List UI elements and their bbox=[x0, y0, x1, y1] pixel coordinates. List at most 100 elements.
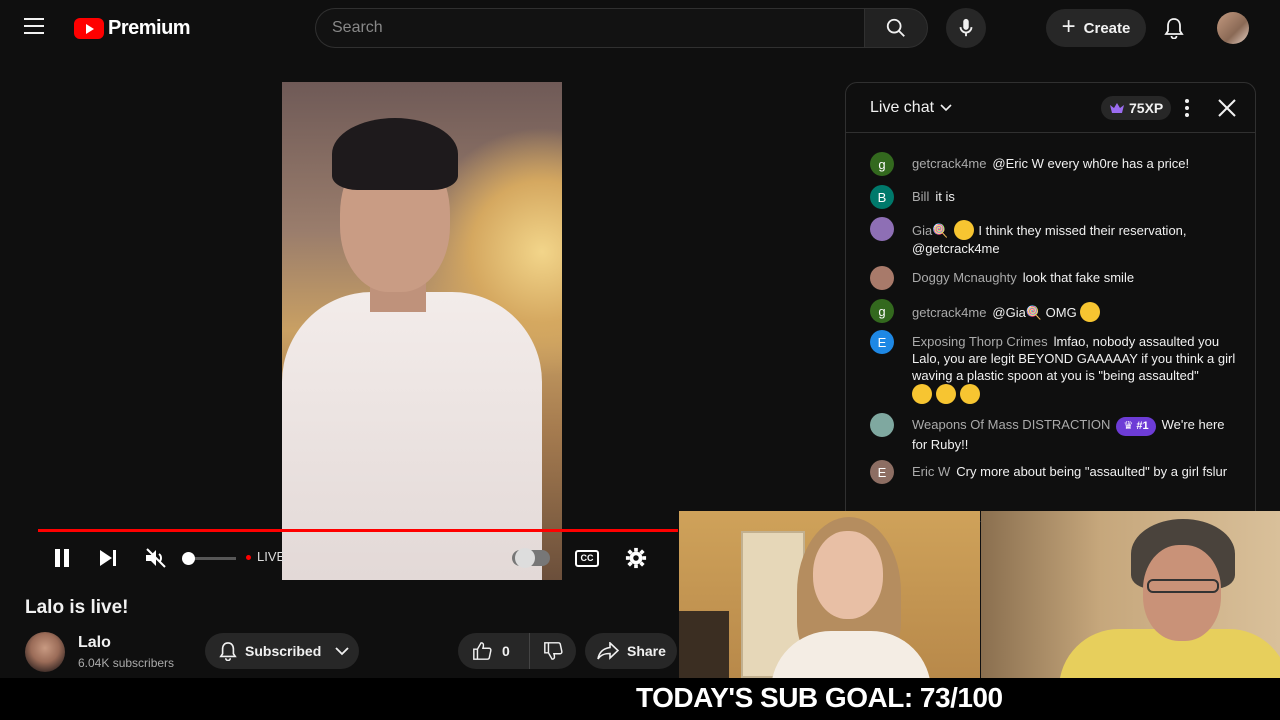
chat-author[interactable]: Weapons Of Mass DISTRACTION bbox=[912, 417, 1110, 432]
xp-value: 75XP bbox=[1129, 100, 1164, 116]
author-avatar[interactable]: g bbox=[870, 299, 894, 323]
gear-icon bbox=[625, 547, 647, 569]
author-avatar[interactable]: B bbox=[870, 185, 894, 209]
skip-next-icon bbox=[100, 550, 116, 566]
chat-text: I think they missed their reservation, @… bbox=[912, 223, 1187, 256]
live-label[interactable]: LIVE bbox=[257, 549, 285, 564]
chat-messages[interactable]: g getcrack4me @Eric W every wh0re has a p… bbox=[846, 134, 1255, 521]
chat-text: it is bbox=[935, 189, 955, 204]
pause-icon bbox=[55, 549, 60, 567]
chat-author[interactable]: getcrack4me bbox=[912, 156, 986, 171]
laughing-emoji-icon bbox=[1080, 302, 1101, 322]
member-badge: ♛ #1 bbox=[1116, 417, 1156, 436]
search-input[interactable] bbox=[315, 8, 864, 48]
settings-button[interactable] bbox=[622, 546, 650, 570]
chat-message: g getcrack4me @Gia🍭 OMG bbox=[870, 299, 1236, 323]
rofl-emoji-icon bbox=[954, 220, 975, 240]
captions-button[interactable]: CC bbox=[573, 546, 601, 570]
rofl-emoji-icon bbox=[912, 384, 932, 404]
share-icon bbox=[597, 642, 619, 660]
captions-icon: CC bbox=[575, 549, 599, 567]
channel-name[interactable]: Lalo bbox=[78, 634, 111, 652]
chevron-down-icon bbox=[940, 104, 952, 112]
chat-author[interactable]: Doggy Mcnaughty bbox=[912, 270, 1017, 285]
youtube-logo[interactable]: Premium bbox=[74, 17, 191, 40]
author-avatar[interactable]: g bbox=[870, 152, 894, 176]
thumbs-up-icon bbox=[473, 642, 492, 660]
microphone-icon bbox=[959, 18, 973, 37]
chat-author[interactable]: Gia🍭 bbox=[912, 223, 948, 238]
chat-author[interactable]: Eric W bbox=[912, 464, 950, 479]
chevron-down-icon bbox=[335, 647, 349, 656]
rofl-emoji-icon bbox=[936, 384, 956, 404]
channel-avatar[interactable] bbox=[25, 632, 65, 672]
autoplay-toggle[interactable] bbox=[512, 548, 550, 568]
chat-message: B Bill it is bbox=[870, 185, 1236, 209]
youtube-play-icon bbox=[74, 18, 104, 39]
chat-author[interactable]: getcrack4me bbox=[912, 305, 986, 320]
video-player[interactable]: LIVE CC bbox=[24, 80, 689, 580]
dislike-button[interactable] bbox=[530, 633, 576, 669]
progress-bar[interactable] bbox=[38, 529, 678, 532]
chat-title: Live chat bbox=[870, 99, 935, 116]
chat-message: E Eric W Cry more about being "assaulted"… bbox=[870, 460, 1236, 484]
like-dislike-group: 0 bbox=[458, 633, 576, 669]
create-button[interactable]: + Create bbox=[1046, 9, 1146, 47]
webcam-overlay-right bbox=[981, 511, 1280, 678]
volume-knob[interactable] bbox=[182, 552, 195, 565]
chat-text: look that fake smile bbox=[1022, 270, 1135, 285]
search-icon bbox=[886, 18, 905, 37]
video-title: Lalo is live! bbox=[25, 597, 129, 618]
author-avatar[interactable] bbox=[870, 217, 894, 241]
bell-icon bbox=[1164, 18, 1184, 39]
share-button[interactable]: Share bbox=[585, 633, 677, 669]
chat-message: Doggy Mcnaughty look that fake smile bbox=[870, 266, 1236, 290]
mute-button[interactable] bbox=[142, 546, 170, 570]
chat-header: Live chat 75XP bbox=[846, 83, 1255, 133]
author-avatar[interactable] bbox=[870, 266, 894, 290]
member-rank: #1 bbox=[1136, 420, 1149, 432]
author-avatar[interactable]: E bbox=[870, 330, 894, 354]
share-label: Share bbox=[627, 643, 666, 659]
live-chat-panel: Live chat 75XP g getcrack4me @Eric W ever… bbox=[845, 82, 1256, 522]
bell-icon bbox=[219, 642, 237, 661]
author-avatar[interactable]: E bbox=[870, 460, 894, 484]
voice-search-button[interactable] bbox=[946, 8, 986, 48]
chat-message: Gia🍭 I think they missed their reservatio… bbox=[870, 217, 1236, 257]
crown-icon bbox=[1110, 103, 1124, 113]
top-header: Premium + Create bbox=[0, 0, 1280, 56]
chat-text: @Gia🍭 OMG bbox=[992, 305, 1077, 320]
more-options-icon[interactable] bbox=[1179, 97, 1195, 119]
thumbs-down-icon bbox=[544, 642, 563, 660]
volume-muted-icon bbox=[146, 548, 166, 568]
video-frame[interactable] bbox=[282, 82, 562, 580]
live-indicator bbox=[246, 555, 251, 560]
like-count: 0 bbox=[502, 643, 510, 659]
player-controls: LIVE CC bbox=[24, 540, 689, 576]
xp-badge[interactable]: 75XP bbox=[1101, 96, 1172, 120]
chat-message: g getcrack4me @Eric W every wh0re has a p… bbox=[870, 152, 1236, 176]
pause-button[interactable] bbox=[48, 546, 76, 570]
menu-icon[interactable] bbox=[24, 18, 50, 38]
chat-message: Weapons Of Mass DISTRACTION ♛ #1 We're her… bbox=[870, 413, 1236, 453]
subscribed-button[interactable]: Subscribed bbox=[205, 633, 359, 669]
notifications-button[interactable] bbox=[1160, 14, 1188, 42]
like-button[interactable]: 0 bbox=[458, 633, 530, 669]
account-avatar[interactable] bbox=[1217, 12, 1249, 44]
sub-goal-text: TODAY'S SUB GOAL: 73/100 bbox=[636, 682, 1003, 713]
create-label: Create bbox=[1083, 19, 1131, 37]
next-button[interactable] bbox=[94, 546, 122, 570]
search-button[interactable] bbox=[864, 8, 928, 48]
subscriber-count: 6.04K subscribers bbox=[78, 656, 175, 670]
close-icon[interactable] bbox=[1214, 95, 1240, 121]
rofl-emoji-icon bbox=[960, 384, 980, 404]
author-avatar[interactable] bbox=[870, 413, 894, 437]
chat-text: @Eric W every wh0re has a price! bbox=[992, 156, 1190, 171]
chat-author[interactable]: Exposing Thorp Crimes bbox=[912, 334, 1048, 349]
chat-text: Cry more about being "assaulted" by a gi… bbox=[956, 464, 1228, 479]
chat-author[interactable]: Bill bbox=[912, 189, 929, 204]
chat-mode-dropdown[interactable]: Live chat bbox=[870, 99, 952, 117]
webcam-overlay-left bbox=[679, 511, 980, 678]
plus-icon: + bbox=[1061, 12, 1076, 40]
subscribed-label: Subscribed bbox=[245, 643, 322, 659]
